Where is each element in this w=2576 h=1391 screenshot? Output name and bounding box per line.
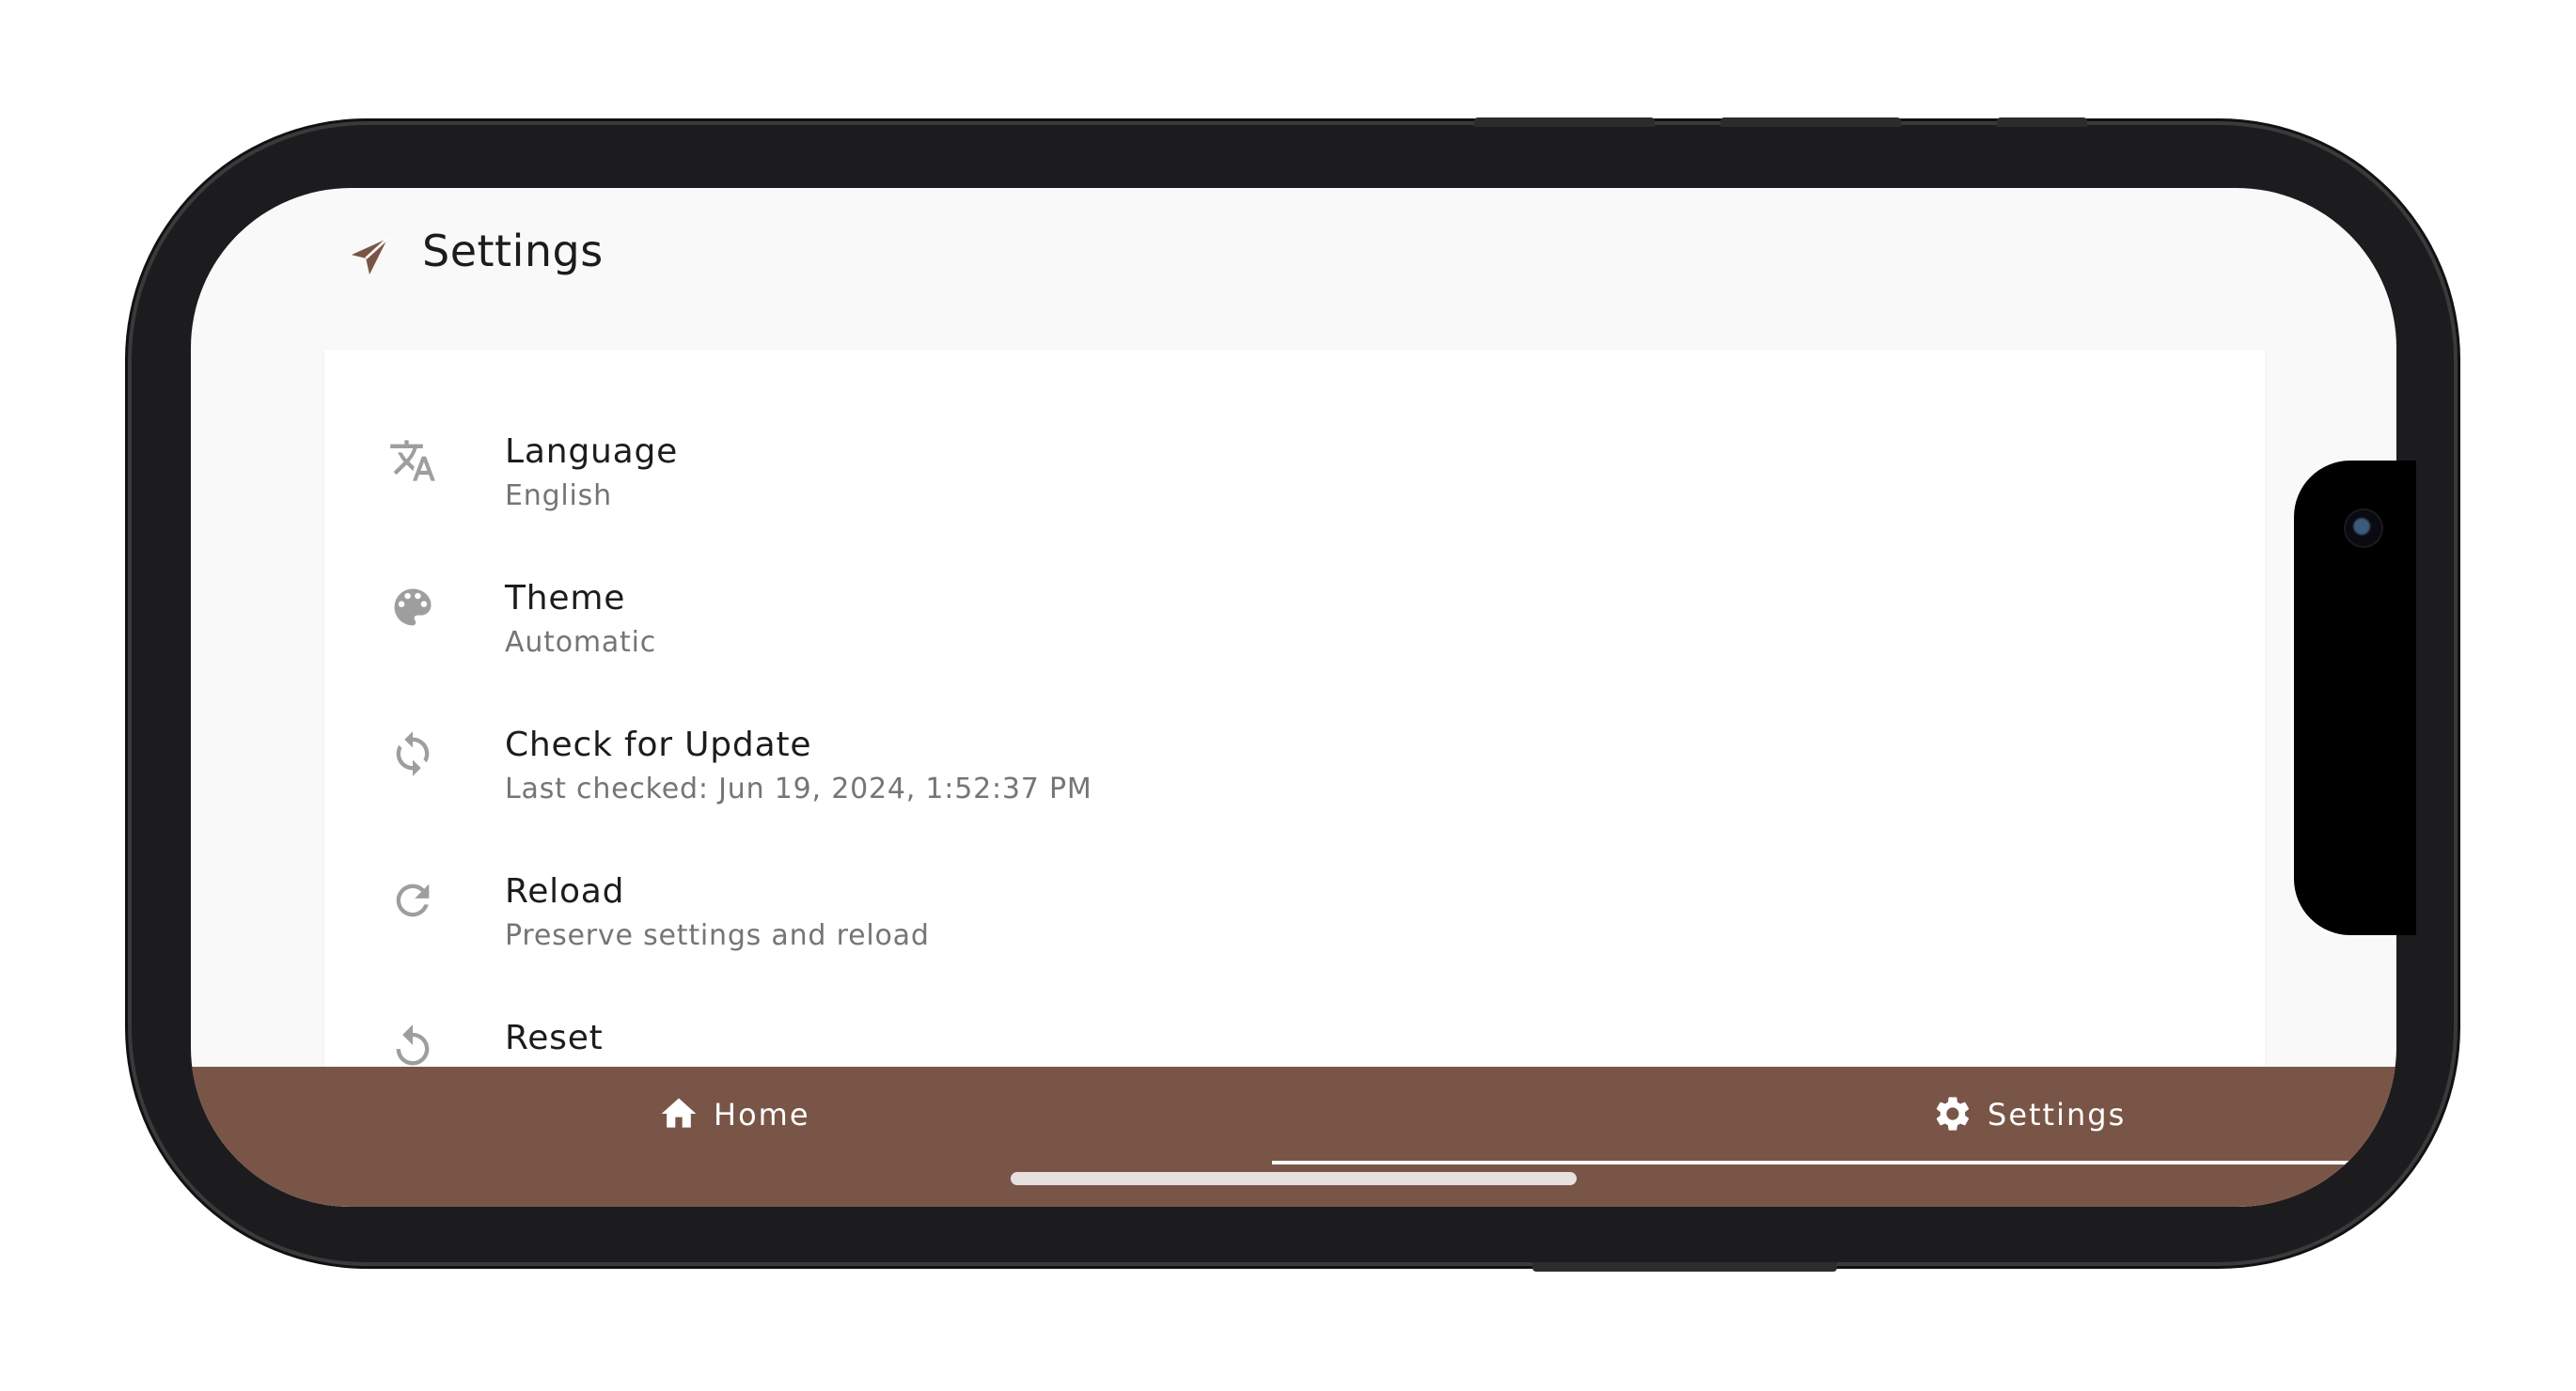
active-tab-indicator <box>1272 1161 2396 1164</box>
setting-title: Check for Update <box>505 726 812 764</box>
volume-button <box>1720 117 1901 127</box>
tab-label: Home <box>714 1097 810 1133</box>
power-button <box>1532 1262 1837 1272</box>
home-icon <box>661 1098 697 1128</box>
setting-title: Language <box>505 432 679 471</box>
setting-subtitle: Preserve settings and reload <box>505 919 930 952</box>
app-header: Settings <box>191 188 2396 348</box>
setting-title: Reset <box>505 1019 604 1057</box>
page-title: Settings <box>422 226 604 276</box>
volume-button <box>1474 117 1655 127</box>
setting-title: Theme <box>505 579 626 617</box>
bottom-nav: Home Settings <box>191 1067 2396 1207</box>
restore-icon <box>396 1024 430 1066</box>
setting-check-update[interactable]: Check for Update Last checked: Jun 19, 2… <box>324 711 2265 857</box>
sync-icon <box>396 731 430 776</box>
front-camera <box>2346 510 2381 546</box>
translate-icon <box>390 440 435 481</box>
tab-settings[interactable]: Settings <box>1272 1067 2396 1207</box>
home-indicator[interactable] <box>1011 1172 1577 1185</box>
refresh-icon <box>396 883 430 917</box>
setting-subtitle: Last checked: Jun 19, 2024, 1:52:37 PM <box>505 773 1092 805</box>
setting-subtitle: Automatic <box>505 626 657 659</box>
gear-icon <box>1936 1097 1970 1131</box>
tab-label: Settings <box>1987 1097 2127 1133</box>
mute-switch <box>1997 117 2087 127</box>
tab-home[interactable]: Home <box>191 1067 1272 1207</box>
setting-language[interactable]: Language English <box>324 417 2265 564</box>
app-screen: Settings Language English Theme Automati… <box>191 188 2396 1207</box>
paper-plane-icon <box>351 237 389 275</box>
setting-reload[interactable]: Reload Preserve settings and reload <box>324 857 2265 1004</box>
palette-icon <box>394 588 432 626</box>
setting-subtitle: English <box>505 479 612 512</box>
setting-theme[interactable]: Theme Automatic <box>324 564 2265 711</box>
setting-title: Reload <box>505 872 625 911</box>
